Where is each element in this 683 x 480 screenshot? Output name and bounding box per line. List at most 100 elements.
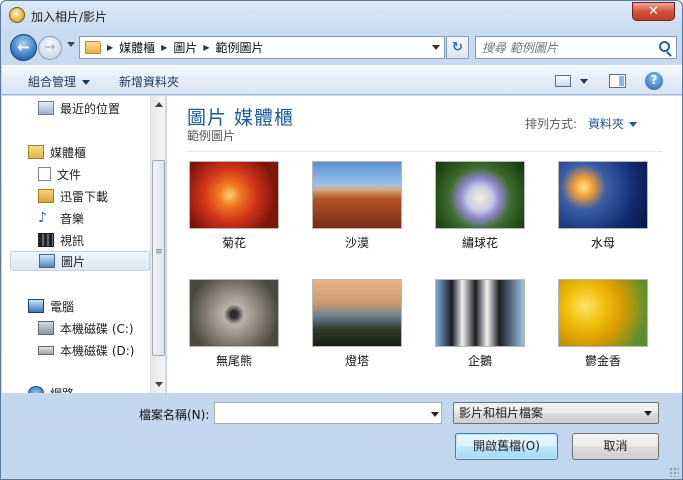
breadcrumb-item-pictures[interactable]: 圖片: [173, 39, 197, 56]
sidebar-item-label: 最近的位置: [60, 101, 121, 116]
thumbnail-item[interactable]: 繡球花: [434, 161, 526, 251]
thumbnail-item[interactable]: 無尾熊: [188, 279, 280, 369]
content-right-margin: [662, 96, 682, 393]
thumbnail-item[interactable]: 鬱金香: [557, 279, 649, 369]
videos-icon: [38, 233, 54, 247]
music-icon: ♪: [38, 210, 47, 226]
thumbnail-caption: 水母: [590, 236, 615, 250]
thumbnail-caption: 燈塔: [344, 354, 369, 368]
scroll-up-icon[interactable]: [155, 102, 163, 107]
thumbnail-caption: 沙漠: [344, 236, 369, 250]
sidebar-item-label: 圖片: [61, 254, 86, 269]
file-type-value: 影片和相片檔案: [459, 406, 544, 420]
thumbnail-item[interactable]: 水母: [557, 161, 649, 251]
thumbnail-item[interactable]: 沙漠: [311, 161, 403, 251]
forward-arrow-icon: →: [44, 40, 56, 55]
sidebar-item-label: 音樂: [60, 211, 85, 226]
breadcrumb-chevron-icon[interactable]: ▶: [161, 43, 167, 52]
resize-grip-icon[interactable]: [669, 467, 679, 477]
organize-menu-button[interactable]: 組合管理: [28, 73, 91, 90]
chevron-down-icon: [82, 80, 91, 85]
sidebar-item-label: 媒體櫃: [50, 145, 87, 160]
change-view-icon[interactable]: [555, 75, 571, 87]
libraries-icon: [28, 145, 44, 159]
organize-label: 組合管理: [28, 75, 77, 89]
sidebar-item-libraries[interactable]: 媒體櫃: [28, 142, 165, 162]
sidebar-item-recent-places[interactable]: 最近的位置: [38, 98, 165, 118]
cancel-button[interactable]: 取消: [572, 433, 659, 460]
new-folder-button[interactable]: 新增資料夾: [119, 73, 179, 90]
sidebar-item-label: 網路: [50, 385, 74, 394]
scrollbar-thumb[interactable]: [152, 160, 165, 356]
navigation-scrollbar[interactable]: [150, 96, 165, 393]
sidebar-item-label: 迅雷下載: [60, 189, 109, 204]
refresh-button[interactable]: ↻: [446, 36, 469, 59]
address-bar[interactable]: ▶ 媒體櫃 ▶ 圖片 ▶ 範例圖片: [79, 36, 445, 59]
sidebar-item-drive-d[interactable]: 本機磁碟 (D:): [38, 340, 165, 360]
sort-dropdown[interactable]: 資料夾: [588, 115, 637, 132]
scroll-down-icon[interactable]: [155, 382, 163, 387]
thumbnail-caption: 企鵝: [467, 354, 492, 368]
sidebar-item-label: 視訊: [60, 233, 85, 248]
sidebar-item-label: 電腦: [50, 299, 75, 314]
lighthouse-photo: [312, 279, 402, 347]
thumbnail-item[interactable]: 企鵝: [434, 279, 526, 369]
file-list-pane: 圖片 媒體櫃 範例圖片 排列方式: 資料夾 菊花 沙漠 繡球花 水母 無尾熊 燈…: [167, 96, 662, 393]
forward-button[interactable]: →: [38, 36, 62, 60]
search-icon[interactable]: [659, 41, 670, 52]
filename-dropdown-icon[interactable]: [431, 412, 439, 417]
pictures-icon: [39, 254, 55, 268]
preview-pane-icon[interactable]: [609, 74, 626, 88]
chevron-down-icon: [644, 411, 652, 416]
filename-label: 檔案名稱(N):: [139, 408, 210, 422]
thumbnail-item[interactable]: 菊花: [188, 161, 280, 251]
navigation-pane: 最近的位置 媒體櫃 文件 迅雷下載 ♪ 音樂 視訊 圖片 電腦 本機磁碟 (C:)…: [2, 96, 166, 393]
breadcrumb-item-libraries[interactable]: 媒體櫃: [119, 39, 155, 56]
jellyfish-photo: [558, 161, 648, 229]
sidebar-item-network[interactable]: 網路: [28, 383, 165, 394]
sidebar-item-music[interactable]: ♪ 音樂: [38, 208, 165, 228]
search-input[interactable]: [476, 37, 651, 58]
recent-pages-dropdown-icon[interactable]: [67, 42, 75, 47]
drive-icon: [38, 345, 54, 355]
file-type-select[interactable]: 影片和相片檔案: [453, 402, 659, 424]
sidebar-item-label: 文件: [57, 167, 82, 182]
documents-icon: [38, 167, 51, 181]
koala-photo: [189, 279, 279, 347]
filename-field[interactable]: [214, 402, 442, 424]
back-arrow-icon: ←: [17, 38, 30, 56]
thumbnail-caption: 繡球花: [461, 236, 498, 250]
sidebar-item-videos[interactable]: 視訊: [38, 230, 165, 250]
title-bar[interactable]: 加入相片/影片 ✕: [1, 1, 682, 31]
thumbnail-item[interactable]: 燈塔: [311, 279, 403, 369]
search-box: [475, 36, 677, 59]
hydrangeas-photo: [435, 161, 525, 229]
close-button[interactable]: ✕: [632, 2, 675, 21]
refresh-icon: ↻: [452, 40, 463, 55]
close-icon: ✕: [648, 4, 659, 19]
open-button[interactable]: 開啟舊檔(O): [455, 433, 558, 460]
sidebar-item-label: 本機磁碟 (C:): [60, 321, 134, 336]
navigation-bar: ← → ▶ 媒體櫃 ▶ 圖片 ▶ 範例圖片 ↻: [7, 32, 677, 62]
help-icon[interactable]: ?: [645, 72, 663, 90]
thumbnail-caption: 鬱金香: [584, 354, 621, 368]
sidebar-item-pictures[interactable]: 圖片: [10, 251, 150, 271]
sidebar-item-computer[interactable]: 電腦: [28, 296, 165, 316]
sort-label: 排列方式:: [525, 117, 578, 131]
address-dropdown-icon[interactable]: [432, 45, 440, 50]
penguins-photo: [435, 279, 525, 347]
recent-places-icon: [38, 101, 54, 115]
sidebar-item-drive-c[interactable]: 本機磁碟 (C:): [38, 318, 165, 338]
breadcrumb-chevron-icon[interactable]: ▶: [107, 43, 113, 52]
tulips-photo: [558, 279, 648, 347]
network-icon: [28, 386, 44, 393]
dialog-footer: 檔案名稱(N): 影片和相片檔案 開啟舊檔(O) 取消: [2, 394, 682, 480]
sidebar-item-documents[interactable]: 文件: [38, 164, 165, 184]
view-options-dropdown-icon[interactable]: [580, 79, 588, 84]
desert-photo: [312, 161, 402, 229]
back-button[interactable]: ←: [10, 34, 37, 61]
breadcrumb-item-sample-pictures[interactable]: 範例圖片: [216, 39, 264, 56]
sidebar-item-downloads[interactable]: 迅雷下載: [38, 186, 165, 206]
breadcrumb-chevron-icon[interactable]: ▶: [203, 43, 209, 52]
system-drive-icon: [38, 321, 54, 335]
